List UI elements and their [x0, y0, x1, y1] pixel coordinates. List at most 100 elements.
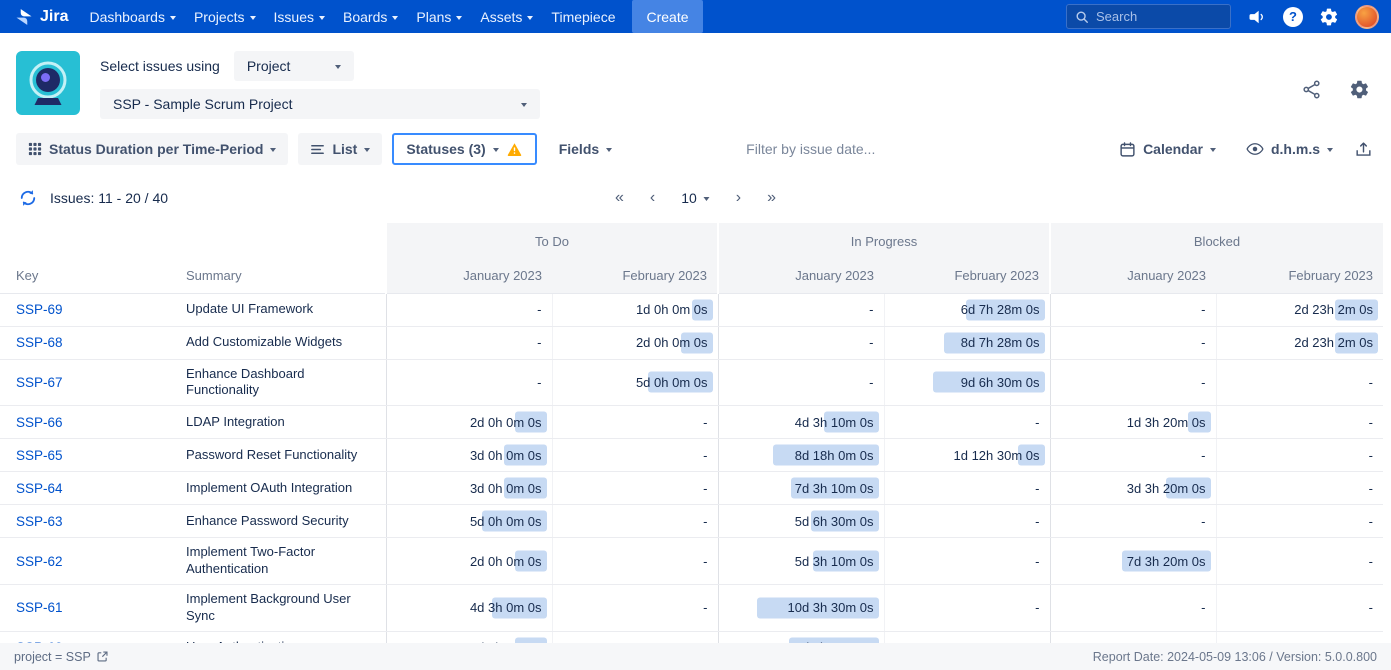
pagination-row: Issues: 11 - 20 / 40 « ‹ 10 › » [0, 181, 1391, 215]
duration-value: - [869, 335, 873, 350]
duration-cell: - [1050, 505, 1216, 538]
duration-cell: - [1216, 585, 1383, 632]
jira-logo[interactable]: Jira [8, 7, 80, 27]
refresh-icon[interactable] [16, 186, 40, 210]
nav-item-assets[interactable]: Assets [471, 0, 542, 33]
search-box[interactable] [1066, 4, 1231, 29]
settings-gear-icon[interactable] [1347, 77, 1371, 101]
duration-value: 5d 3h 10m 0s [795, 554, 874, 569]
duration-value: 2d 23h 2m 0s [1294, 302, 1373, 317]
duration-cell: - [1050, 585, 1216, 632]
issue-key-link[interactable]: SSP-68 [16, 335, 63, 350]
nav-item-boards[interactable]: Boards [334, 0, 407, 33]
statuses-dropdown[interactable]: Statuses (3) [392, 133, 536, 165]
column-group-todo: To Do [386, 223, 718, 259]
create-button[interactable]: Create [632, 0, 702, 33]
nav-item-issues[interactable]: Issues [265, 0, 334, 33]
select-issues-label: Select issues using [100, 58, 220, 74]
issue-summary: Implement Background User Sync [170, 585, 386, 632]
issue-key-link[interactable]: SSP-67 [16, 375, 63, 390]
table-row: SSP-64Implement OAuth Integration3d 0h 0… [0, 472, 1383, 505]
report-header: Select issues using Project SSP - Sample… [0, 33, 1391, 127]
issue-key-link[interactable]: SSP-62 [16, 554, 63, 569]
external-link-icon [96, 650, 109, 663]
table-row: SSP-68Add Customizable Widgets-2d 0h 0m … [0, 326, 1383, 359]
issue-date-filter-input[interactable] [746, 141, 956, 157]
duration-value: - [1201, 375, 1205, 390]
next-page-button[interactable]: › [736, 189, 741, 207]
duration-value: 7d 3h 20m 0s [1127, 554, 1206, 569]
duration-cell: 5d 3h 10m 0s [718, 538, 884, 585]
view-label: List [332, 141, 357, 157]
duration-cell: 7d 3h 10m 0s [718, 472, 884, 505]
page-size-dropdown[interactable]: 10 [681, 190, 710, 206]
nav-item-label: Issues [274, 9, 314, 25]
nav-item-timepiece[interactable]: Timepiece [542, 0, 624, 33]
page-size-value: 10 [681, 190, 697, 206]
issue-summary: Password Reset Functionality [170, 439, 386, 472]
search-input[interactable] [1096, 9, 1222, 24]
duration-cell: - [718, 326, 884, 359]
duration-format-dropdown[interactable]: d.h.m.s [1234, 133, 1345, 165]
last-page-button[interactable]: » [767, 189, 776, 207]
duration-cell: - [1050, 293, 1216, 326]
gear-icon[interactable] [1318, 6, 1340, 28]
calendar-dropdown[interactable]: Calendar [1107, 133, 1228, 165]
key-cell: SSP-67 [0, 359, 170, 406]
period-header: February 2023 [1216, 259, 1383, 293]
duration-cell: 2d 0h 0m 0s [386, 538, 552, 585]
view-dropdown[interactable]: List [298, 133, 382, 165]
nav-item-dashboards[interactable]: Dashboards [80, 0, 185, 33]
issue-source-dropdown[interactable]: Project [234, 51, 354, 81]
duration-value: - [1369, 554, 1373, 569]
nav-item-label: Plans [416, 9, 451, 25]
period-header: January 2023 [718, 259, 884, 293]
issue-key-link[interactable]: SSP-63 [16, 514, 63, 529]
jql-query-text: project = SSP [14, 650, 91, 664]
duration-cell: - [386, 359, 552, 406]
report-type-dropdown[interactable]: Status Duration per Time-Period [16, 133, 288, 165]
issue-key-link[interactable]: SSP-69 [16, 302, 63, 317]
summary-column-header[interactable]: Summary [170, 259, 386, 293]
share-icon[interactable] [1299, 77, 1323, 101]
key-column-header[interactable]: Key [0, 259, 170, 293]
user-avatar[interactable] [1355, 5, 1379, 29]
duration-cell: - [1216, 439, 1383, 472]
issue-key-link[interactable]: SSP-66 [16, 415, 63, 430]
project-dropdown[interactable]: SSP - Sample Scrum Project [100, 89, 540, 119]
duration-cell: - [884, 585, 1050, 632]
duration-format-label: d.h.m.s [1271, 141, 1320, 157]
fields-dropdown[interactable]: Fields [547, 133, 624, 165]
export-icon[interactable] [1351, 137, 1375, 161]
issue-key-link[interactable]: SSP-64 [16, 481, 63, 496]
duration-value: - [537, 375, 541, 390]
prev-page-button[interactable]: ‹ [650, 189, 655, 207]
issue-summary: Update UI Framework [170, 293, 386, 326]
chevron-down-icon [270, 148, 276, 152]
nav-right-cluster: ? [1066, 4, 1379, 29]
duration-value: 9d 6h 30m 0s [961, 375, 1040, 390]
jql-query-link[interactable]: project = SSP [14, 650, 109, 664]
duration-cell: - [1050, 326, 1216, 359]
nav-item-projects[interactable]: Projects [185, 0, 265, 33]
duration-cell: 2d 23h 2m 0s [1216, 326, 1383, 359]
toolbar-right-cluster: Calendar d.h.m.s [1107, 133, 1375, 165]
key-cell: SSP-69 [0, 293, 170, 326]
warning-icon [506, 141, 523, 158]
duration-value: - [1369, 514, 1373, 529]
duration-value: - [703, 514, 707, 529]
statuses-label: Statuses (3) [406, 141, 485, 157]
chevron-down-icon [392, 16, 398, 20]
first-page-button[interactable]: « [615, 189, 624, 207]
issue-key-link[interactable]: SSP-61 [16, 600, 63, 615]
duration-value: - [703, 448, 707, 463]
duration-cell: - [386, 326, 552, 359]
duration-cell: - [1216, 406, 1383, 439]
announcements-icon[interactable] [1246, 6, 1268, 28]
nav-item-plans[interactable]: Plans [407, 0, 471, 33]
help-icon[interactable]: ? [1283, 7, 1303, 27]
key-cell: SSP-64 [0, 472, 170, 505]
duration-value: 1d 12h 30m 0s [954, 448, 1040, 463]
duration-cell: - [1050, 439, 1216, 472]
issue-key-link[interactable]: SSP-65 [16, 448, 63, 463]
